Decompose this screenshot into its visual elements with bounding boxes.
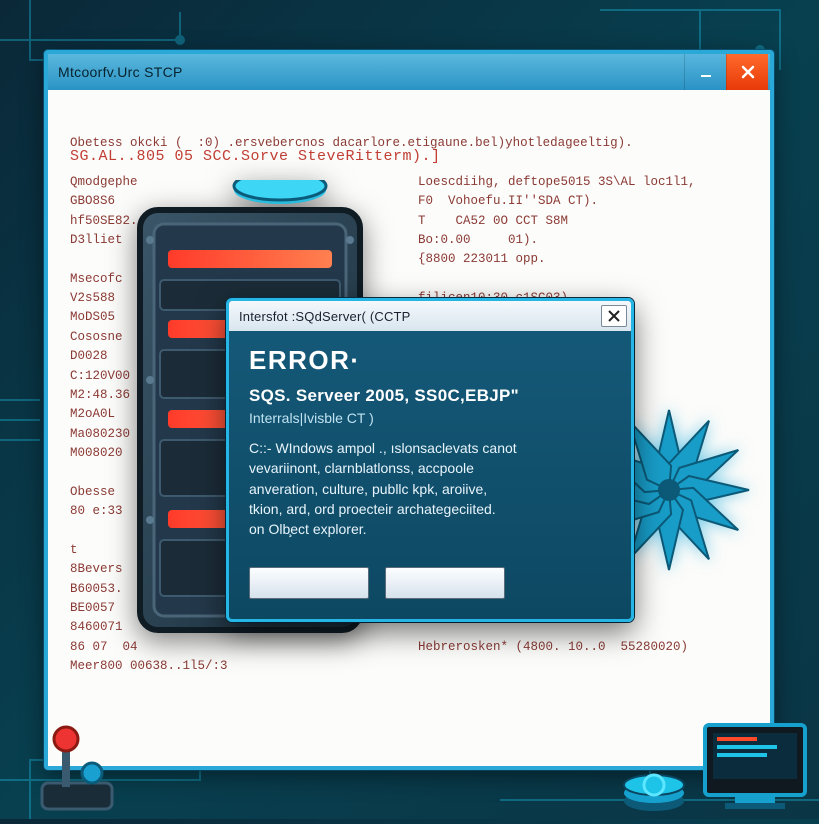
- minimize-button[interactable]: [684, 54, 726, 90]
- window-controls: [684, 54, 768, 90]
- log-line: Msecofc: [70, 270, 350, 289]
- main-window-titlebar[interactable]: Mtcoorfv.Urc STCP: [48, 54, 770, 90]
- error-dialog-titlebar[interactable]: Intersfot :SQdServer( (CCTP: [229, 301, 631, 331]
- error-body-text: C::- WIndows ampol ., ıslonsaclevats can…: [249, 438, 611, 539]
- error-subheading-1: SQS. Serveer 2005, SS0C,EBJP": [249, 386, 611, 406]
- log-line: GBO8S6: [70, 192, 350, 211]
- error-dialog-title: Intersfot :SQdServer( (CCTP: [239, 309, 601, 324]
- log-line: hf50SE82.: [70, 212, 350, 231]
- log-line: Obetess okcki ( :0) .ersvebercnos dacarl…: [70, 134, 350, 153]
- log-line: T CA52 0O CCT S8M: [418, 212, 748, 231]
- log-line: Bo:0.00 01).: [418, 231, 748, 250]
- close-button[interactable]: [726, 54, 768, 90]
- log-line: Loescdiihg, deftope5015 3S\AL loc1l1,: [418, 173, 748, 192]
- log-line: [70, 250, 350, 269]
- error-dialog-buttons: [229, 557, 631, 619]
- close-icon: [608, 310, 620, 322]
- log-line: Meer800 00638..1l5/:3: [70, 657, 350, 676]
- log-line: D3lliet: [70, 231, 350, 250]
- log-line: Hebrerosken* (4800. 10..0 55280020): [418, 638, 748, 657]
- close-icon: [740, 64, 756, 80]
- error-dialog: Intersfot :SQdServer( (CCTP ERROR· SQS. …: [226, 298, 634, 622]
- minimize-icon: [699, 65, 713, 79]
- error-subheading-2: Interrals|Ivisble CT ): [249, 410, 611, 426]
- log-line: {8800 223011 opp.: [418, 250, 748, 269]
- main-window-title: Mtcoorfv.Urc STCP: [58, 64, 684, 80]
- log-line: F0 Vohoefu.II''SDA CT).: [418, 192, 748, 211]
- error-dialog-close-button[interactable]: [601, 305, 627, 327]
- error-dialog-button-2[interactable]: [385, 567, 505, 599]
- log-line: [70, 153, 350, 172]
- error-dialog-button-1[interactable]: [249, 567, 369, 599]
- log-line: [418, 270, 748, 289]
- log-line: [418, 153, 748, 172]
- error-dialog-body: ERROR· SQS. Serveer 2005, SS0C,EBJP" Int…: [229, 331, 631, 557]
- log-line: 86 07 04: [70, 638, 350, 657]
- log-line: [418, 134, 748, 153]
- log-line: Qmodgephe: [70, 173, 350, 192]
- error-heading: ERROR·: [249, 345, 611, 376]
